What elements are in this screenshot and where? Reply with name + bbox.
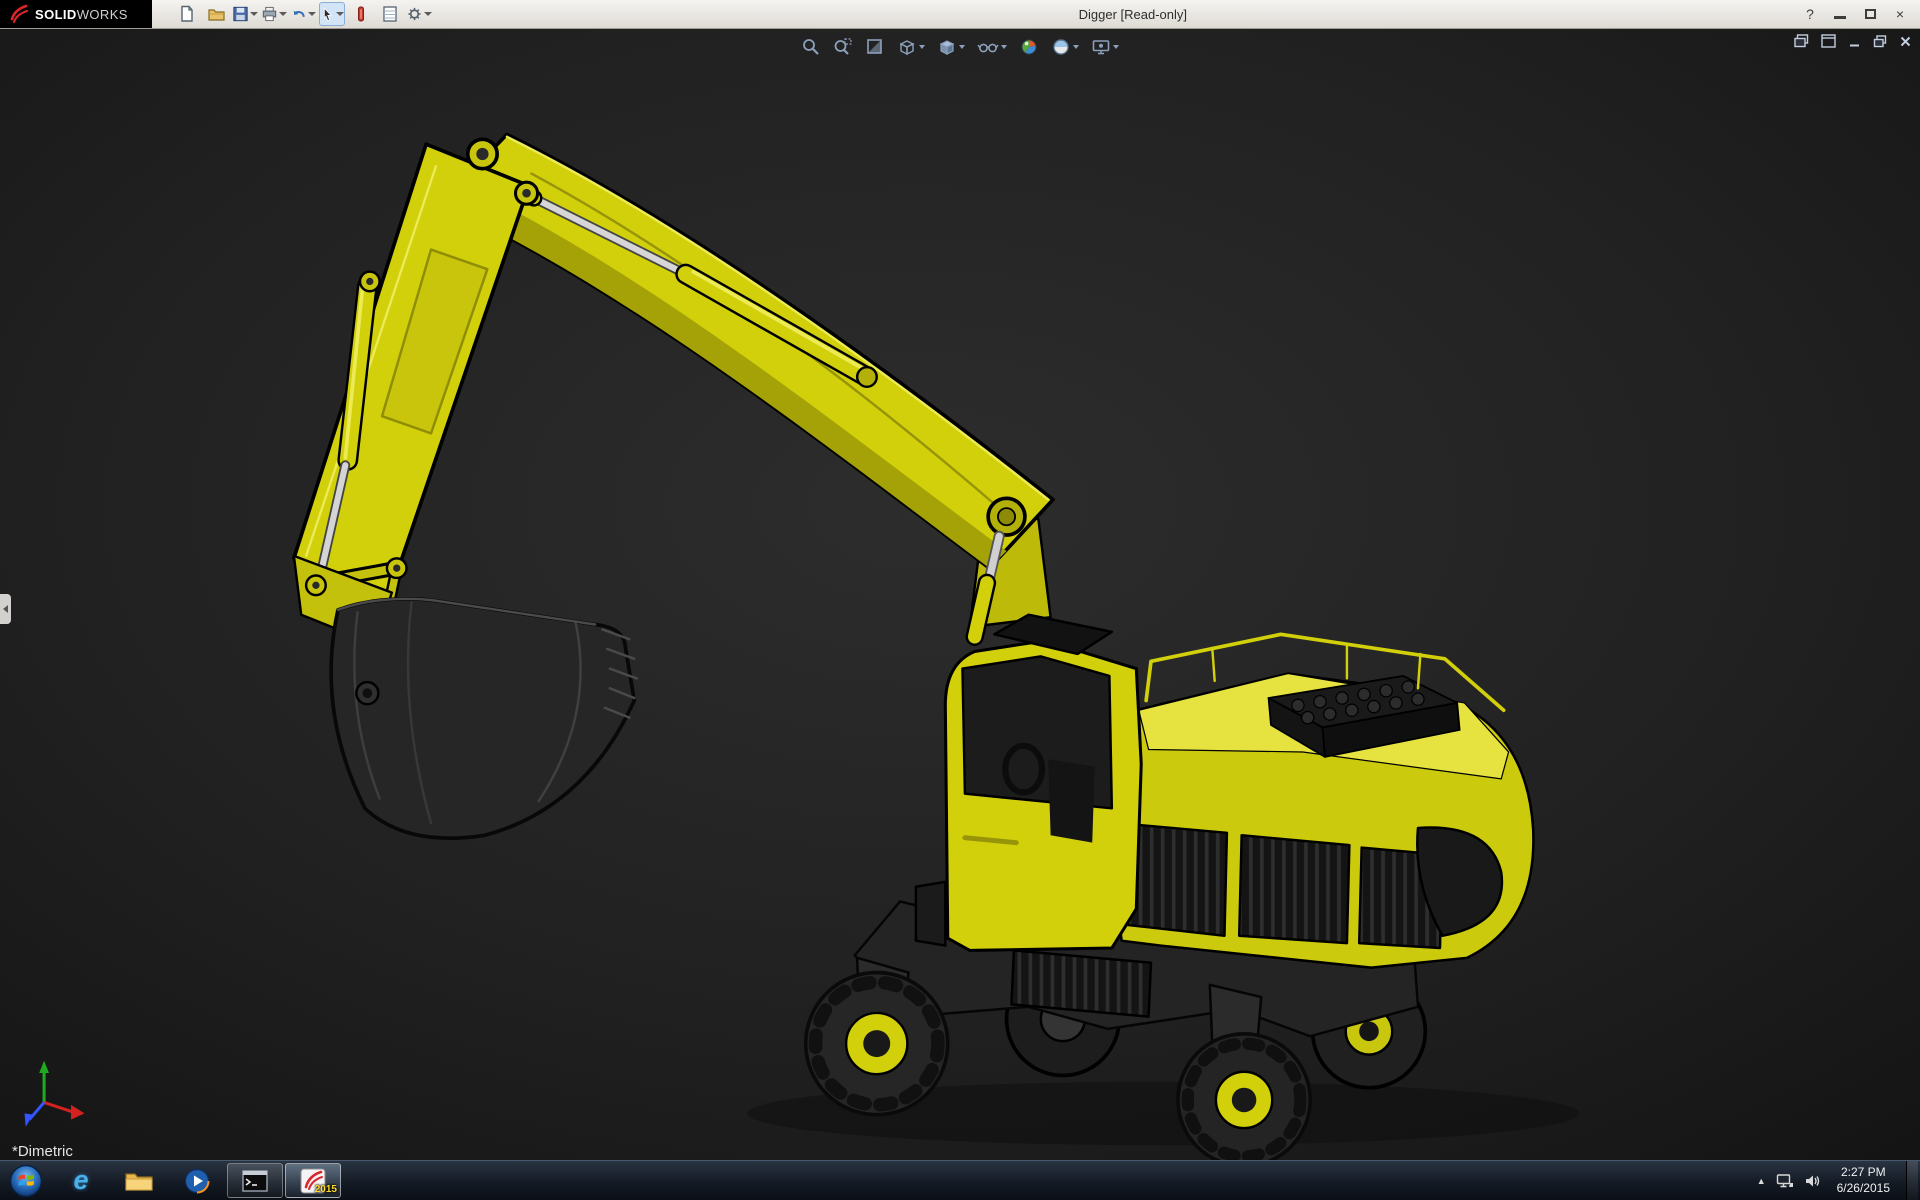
section-view-icon	[865, 37, 885, 57]
view-orientation-button[interactable]	[894, 35, 928, 59]
command-prompt-icon	[242, 1170, 268, 1192]
design-binder-icon	[381, 5, 399, 23]
folder-icon	[124, 1169, 154, 1193]
edit-appearance-ball-icon	[1019, 37, 1039, 57]
print-button[interactable]	[261, 2, 287, 26]
taskbar-clock[interactable]: 2:27 PM 6/26/2015	[1831, 1165, 1896, 1196]
windows-taskbar: e	[0, 1160, 1920, 1200]
doc-minimize-button[interactable]	[1848, 35, 1861, 48]
cascade-windows-button[interactable]	[1794, 34, 1809, 48]
taskbar-internet-explorer[interactable]: e	[53, 1163, 109, 1198]
view-orientation-cube-icon	[897, 37, 917, 57]
apply-scene-caret	[1073, 45, 1079, 49]
view-settings-caret	[1113, 45, 1119, 49]
doc-restore-button[interactable]	[1873, 35, 1887, 48]
graphics-viewport[interactable]: *Dimetric	[0, 29, 1920, 1160]
minimize-button[interactable]	[1830, 6, 1850, 22]
new-document-icon	[178, 5, 196, 23]
show-desktop-button[interactable]	[1906, 1161, 1918, 1200]
solidworks-version-badge: 2015	[315, 1184, 337, 1195]
clock-date: 6/26/2015	[1837, 1181, 1890, 1197]
view-settings-button[interactable]	[1088, 35, 1122, 59]
options-dropdown-caret	[424, 12, 432, 16]
taskbar-solidworks[interactable]: 2015	[285, 1163, 341, 1198]
solidworks-logo-icon	[8, 3, 30, 25]
hide-show-items-button[interactable]	[974, 35, 1010, 59]
media-player-icon	[184, 1168, 210, 1194]
collapse-arrow-icon	[3, 605, 8, 613]
hide-show-caret	[1001, 45, 1007, 49]
section-view-button[interactable]	[862, 35, 888, 59]
zoom-to-fit-button[interactable]	[798, 35, 824, 59]
undo-dropdown-caret	[308, 12, 316, 16]
select-cursor-icon	[320, 6, 335, 23]
internet-explorer-icon: e	[73, 1165, 88, 1196]
undo-button[interactable]	[290, 2, 316, 26]
display-style-icon	[937, 37, 957, 57]
view-orientation-caret	[919, 45, 925, 49]
clock-time: 2:27 PM	[1837, 1165, 1890, 1181]
start-button[interactable]	[0, 1161, 52, 1200]
print-dropdown-caret	[279, 12, 287, 16]
taskbar-windows-explorer[interactable]	[111, 1163, 167, 1198]
display-style-caret	[959, 45, 965, 49]
brand-text: SOLIDWORKS	[35, 7, 128, 22]
apply-scene-icon	[1051, 37, 1071, 57]
view-orientation-label: *Dimetric	[12, 1143, 73, 1160]
options-button[interactable]	[406, 2, 432, 26]
help-button[interactable]: ?	[1800, 6, 1820, 22]
zoom-to-fit-icon	[801, 37, 821, 57]
hide-show-glasses-icon	[977, 37, 999, 57]
main-toolbar	[174, 2, 432, 26]
zoom-to-area-icon	[833, 37, 853, 57]
title-bar: SOLIDWORKS	[0, 0, 1920, 29]
tile-windows-button[interactable]	[1821, 34, 1836, 48]
design-binder-button[interactable]	[377, 2, 403, 26]
scene-canvas	[0, 29, 1920, 1160]
instant3d-button[interactable]	[348, 2, 374, 26]
display-style-button[interactable]	[934, 35, 968, 59]
hidden-icons-button[interactable]: ▲	[1757, 1176, 1766, 1186]
taskbar-command-prompt[interactable]	[227, 1163, 283, 1198]
new-document-button[interactable]	[174, 2, 200, 26]
select-button[interactable]	[319, 2, 345, 26]
close-button[interactable]: ×	[1890, 6, 1910, 22]
options-gear-icon	[406, 5, 423, 23]
save-icon	[232, 5, 249, 23]
apply-scene-button[interactable]	[1048, 35, 1082, 59]
edit-appearance-button[interactable]	[1016, 35, 1042, 59]
maximize-button[interactable]	[1860, 6, 1880, 22]
zoom-to-area-button[interactable]	[830, 35, 856, 59]
network-icon[interactable]	[1776, 1173, 1794, 1189]
save-dropdown-caret	[250, 12, 258, 16]
view-settings-icon	[1091, 37, 1111, 57]
undo-icon	[290, 5, 307, 23]
doc-close-button[interactable]	[1899, 35, 1912, 48]
windows-start-orb-icon	[9, 1164, 43, 1198]
taskbar-media-player[interactable]	[169, 1163, 225, 1198]
instant3d-icon	[353, 5, 369, 23]
save-button[interactable]	[232, 2, 258, 26]
window-title: Digger [Read-only]	[1079, 7, 1187, 22]
window-controls: ? ×	[1800, 6, 1920, 22]
solidworks-logo: SOLIDWORKS	[0, 0, 152, 28]
headsup-view-toolbar	[798, 35, 1122, 59]
print-icon	[261, 5, 278, 23]
open-button[interactable]	[203, 2, 229, 26]
open-icon	[207, 5, 226, 23]
document-window-controls	[1794, 34, 1912, 48]
select-dropdown-caret	[336, 12, 344, 16]
volume-icon[interactable]	[1804, 1173, 1821, 1189]
system-tray: ▲ 2:27 PM 6/26/2015	[1757, 1161, 1920, 1200]
feature-manager-collapse-tab[interactable]	[0, 594, 11, 624]
taskbar-apps: e	[52, 1161, 342, 1200]
